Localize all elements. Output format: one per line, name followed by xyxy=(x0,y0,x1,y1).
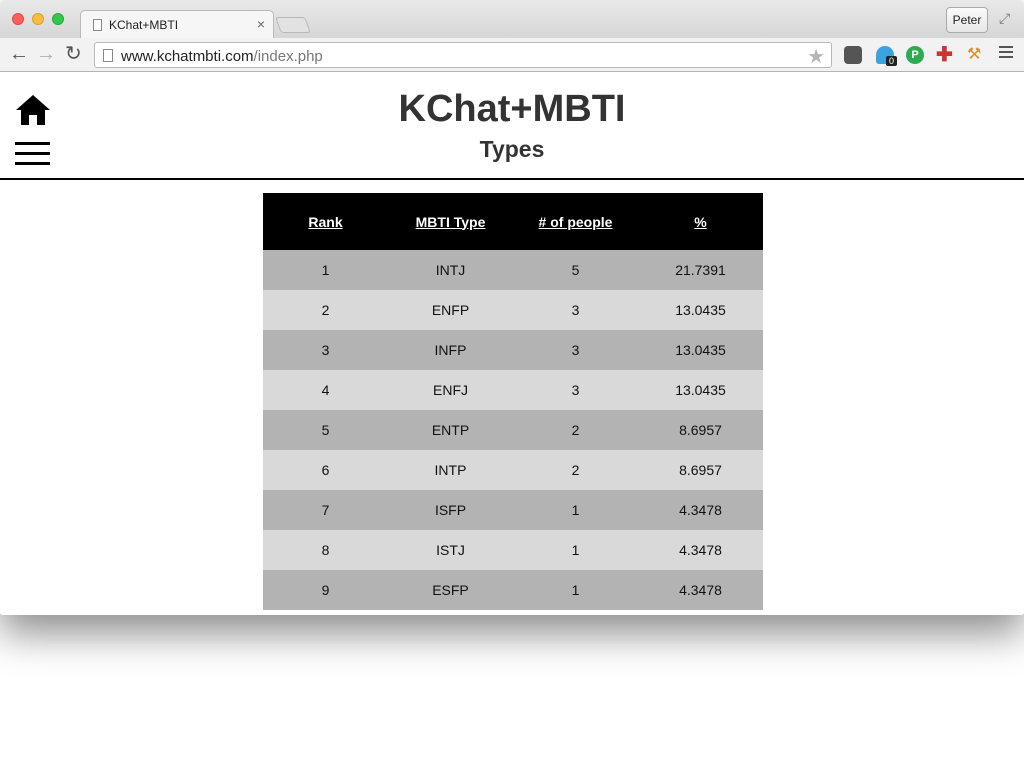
table-cell: 1 xyxy=(513,570,638,610)
table-row: 9 ESFP 1 4.3478 xyxy=(263,570,763,610)
table-cell: 6 xyxy=(263,450,388,490)
back-arrow-icon[interactable]: ← xyxy=(9,44,29,64)
table-cell: ISFP xyxy=(388,490,513,530)
table-cell: 8.6957 xyxy=(638,410,763,450)
table-cell: 13.0435 xyxy=(638,290,763,330)
column-header[interactable]: Rank xyxy=(263,193,388,250)
table-cell: 2 xyxy=(513,450,638,490)
table-cell: 3 xyxy=(513,330,638,370)
url-path: /index.php xyxy=(253,48,323,65)
close-window-button[interactable] xyxy=(12,13,24,25)
title-bar: KChat+MBTI × Peter ⤢ xyxy=(0,0,1024,38)
browser-toolbar: ← → ↻ www.kchatmbti.com/index.php ★ 0 P … xyxy=(0,38,1024,72)
column-header[interactable]: # of people xyxy=(513,193,638,250)
table-cell: 3 xyxy=(513,290,638,330)
table-cell: ENFJ xyxy=(388,370,513,410)
url-text[interactable]: www.kchatmbti.com/index.php xyxy=(121,48,323,65)
table-cell: 9 xyxy=(263,570,388,610)
page-icon xyxy=(103,49,113,62)
table-cell: 8 xyxy=(263,530,388,570)
table-row: 1 INTJ 5 21.7391 xyxy=(263,250,763,290)
table-row: 8 ISTJ 1 4.3478 xyxy=(263,530,763,570)
table-cell: 7 xyxy=(263,490,388,530)
page-content: KChat+MBTI Types Rank MBTI Type # of peopl… xyxy=(0,73,1024,615)
table-cell: 1 xyxy=(263,250,388,290)
table-cell: 2 xyxy=(513,410,638,450)
table-cell: 21.7391 xyxy=(638,250,763,290)
table-row: 7 ISFP 1 4.3478 xyxy=(263,490,763,530)
table-body: 1 INTJ 5 21.7391 2 ENFP 3 13.0435 3 INFP 3 13.0435 4… xyxy=(263,250,763,610)
table-cell: 1 xyxy=(513,530,638,570)
table-row: 6 INTP 2 8.6957 xyxy=(263,450,763,490)
profile-button[interactable]: Peter xyxy=(946,7,988,33)
address-bar[interactable]: www.kchatmbti.com/index.php ★ xyxy=(94,42,832,68)
minimize-window-button[interactable] xyxy=(32,13,44,25)
table-row: 4 ENFJ 3 13.0435 xyxy=(263,370,763,410)
mbti-types-table: Rank MBTI Type # of people% 1 INTJ 5 21.7391 2… xyxy=(263,193,763,610)
table-cell: ISTJ xyxy=(388,530,513,570)
ghostery-extension-icon[interactable]: 0 xyxy=(876,46,898,66)
plus-extension-icon[interactable]: ✚ xyxy=(936,45,954,65)
table-cell: 3 xyxy=(263,330,388,370)
extension-badge: 0 xyxy=(886,56,898,66)
pushbullet-extension-icon[interactable]: P xyxy=(906,46,924,64)
table-cell: 1 xyxy=(513,490,638,530)
reload-icon[interactable]: ↻ xyxy=(65,44,82,64)
table-cell: INTJ xyxy=(388,250,513,290)
table-cell: 3 xyxy=(513,370,638,410)
maximize-window-button[interactable] xyxy=(52,13,64,25)
fullscreen-icon[interactable]: ⤢ xyxy=(999,10,1010,27)
table-cell: 4.3478 xyxy=(638,570,763,610)
forward-arrow-icon[interactable]: → xyxy=(36,44,56,64)
table-row: 5 ENTP 2 8.6957 xyxy=(263,410,763,450)
column-header[interactable]: MBTI Type xyxy=(388,193,513,250)
table-cell: 5 xyxy=(513,250,638,290)
table-cell: 2 xyxy=(263,290,388,330)
table-row: 2 ENFP 3 13.0435 xyxy=(263,290,763,330)
bookmark-star-icon[interactable]: ★ xyxy=(807,44,825,69)
table-header-row: Rank MBTI Type # of people% xyxy=(263,193,763,250)
evernote-extension-icon[interactable] xyxy=(844,46,862,64)
table-cell: 5 xyxy=(263,410,388,450)
url-host: www.kchatmbti.com xyxy=(121,48,254,65)
table-cell: 4 xyxy=(263,370,388,410)
page-header: KChat+MBTI Types xyxy=(0,73,1024,180)
table-cell: 4.3478 xyxy=(638,490,763,530)
browser-tab[interactable]: KChat+MBTI × xyxy=(80,10,274,38)
new-tab-button[interactable] xyxy=(275,17,311,33)
page-favicon-icon xyxy=(93,19,102,31)
chrome-menu-icon[interactable] xyxy=(999,46,1013,62)
table-cell: ESFP xyxy=(388,570,513,610)
tool-extension-icon[interactable]: ⚒ xyxy=(967,46,985,64)
table-cell: 8.6957 xyxy=(638,450,763,490)
browser-window: KChat+MBTI × Peter ⤢ ← → ↻ www.kchatmbti… xyxy=(0,0,1024,615)
table-cell: 13.0435 xyxy=(638,370,763,410)
tab-close-icon[interactable]: × xyxy=(257,16,265,32)
table-cell: INTP xyxy=(388,450,513,490)
table-row: 3 INFP 3 13.0435 xyxy=(263,330,763,370)
site-title: KChat+MBTI xyxy=(398,88,626,130)
table-cell: ENTP xyxy=(388,410,513,450)
tab-title: KChat+MBTI xyxy=(109,18,179,32)
page-title: Types xyxy=(479,136,545,162)
table-cell: 13.0435 xyxy=(638,330,763,370)
table-cell: 4.3478 xyxy=(638,530,763,570)
table-cell: ENFP xyxy=(388,290,513,330)
table-cell: INFP xyxy=(388,330,513,370)
column-header[interactable]: % xyxy=(638,193,763,250)
